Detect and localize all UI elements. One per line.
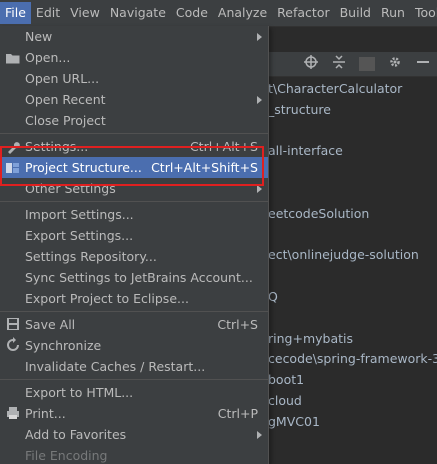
- menu-file[interactable]: File: [0, 2, 31, 24]
- menu-separator: [0, 379, 268, 380]
- tree-item[interactable]: ect\onlinejudge-solution: [268, 244, 437, 265]
- menu-item-label: Sync Settings to JetBrains Account...: [25, 270, 253, 285]
- menu-item-label: Other Settings: [25, 181, 116, 196]
- folder-icon: [5, 47, 21, 68]
- hide-icon[interactable]: [415, 55, 431, 73]
- submenu-arrow-icon: [257, 431, 262, 439]
- menu-item-other-settings[interactable]: Other Settings: [0, 178, 268, 199]
- shortcut-label: Ctrl+P: [217, 406, 258, 421]
- tree-item[interactable]: [268, 120, 437, 141]
- gear-icon[interactable]: [387, 55, 403, 73]
- menu-item-project-structure[interactable]: Project Structure... Ctrl+Alt+Shift+S: [0, 157, 268, 178]
- menu-separator: [0, 201, 268, 202]
- submenu-arrow-icon: [257, 33, 262, 41]
- menu-item-import-settings[interactable]: Import Settings...: [0, 204, 268, 225]
- menu-bar: File Edit View Navigate Code Analyze Ref…: [0, 0, 437, 27]
- menu-item-open[interactable]: Open...: [0, 47, 268, 68]
- toolbar-divider: [359, 57, 375, 71]
- menu-item-sync-settings[interactable]: Sync Settings to JetBrains Account...: [0, 267, 268, 288]
- shortcut-label: Ctrl+S: [217, 317, 258, 332]
- tree-item[interactable]: _structure: [268, 99, 437, 120]
- shortcut-label: Ctrl+Alt+S: [189, 139, 258, 154]
- tree-item[interactable]: cecode\spring-framework-3.: [268, 348, 437, 369]
- menu-code[interactable]: Code: [171, 2, 213, 24]
- menu-item-label: Import Settings...: [25, 207, 134, 222]
- tree-item[interactable]: eetcodeSolution: [268, 203, 437, 224]
- menu-item-export-html[interactable]: Export to HTML...: [0, 382, 268, 403]
- menu-item-label: Settings Repository...: [25, 249, 157, 264]
- project-structure-icon: [5, 157, 21, 178]
- tree-item[interactable]: t\CharacterCalculator: [268, 78, 437, 99]
- menu-item-open-recent[interactable]: Open Recent: [0, 89, 268, 110]
- menu-item-label: Open Recent: [25, 92, 106, 107]
- submenu-arrow-icon: [257, 185, 262, 193]
- menu-separator: [0, 133, 268, 134]
- menu-view[interactable]: View: [65, 2, 105, 24]
- tree-item[interactable]: boot1: [268, 369, 437, 390]
- save-icon: [5, 314, 21, 335]
- menu-navigate[interactable]: Navigate: [105, 2, 171, 24]
- printer-icon: [5, 403, 21, 424]
- project-panel-tools: [303, 55, 431, 73]
- menu-item-settings-repository[interactable]: Settings Repository...: [0, 246, 268, 267]
- menu-run[interactable]: Run: [376, 2, 410, 24]
- shortcut-label: Ctrl+Alt+Shift+S: [151, 160, 258, 175]
- menu-item-label: Invalidate Caches / Restart...: [25, 359, 206, 374]
- menu-item-label: Open URL...: [25, 71, 100, 86]
- tree-item[interactable]: all-interface: [268, 140, 437, 161]
- menu-analyze[interactable]: Analyze: [213, 2, 272, 24]
- menu-item-label: Print...: [25, 406, 66, 421]
- sync-icon: [5, 335, 21, 356]
- menu-edit[interactable]: Edit: [31, 2, 65, 24]
- menu-item-synchronize[interactable]: Synchronize: [0, 335, 268, 356]
- menu-item-label: Open...: [25, 50, 71, 65]
- tree-item[interactable]: Q: [268, 286, 437, 307]
- menu-tools[interactable]: Tool: [410, 2, 437, 24]
- menu-build[interactable]: Build: [335, 2, 376, 24]
- menu-item-label: Close Project: [25, 113, 106, 128]
- menu-item-label: File Encoding: [25, 448, 108, 463]
- menu-item-label: Save All: [25, 317, 76, 332]
- menu-item-invalidate-caches[interactable]: Invalidate Caches / Restart...: [0, 356, 268, 377]
- locate-icon[interactable]: [303, 55, 319, 73]
- menu-item-save-all[interactable]: Save All Ctrl+S: [0, 314, 268, 335]
- menu-item-export-eclipse[interactable]: Export Project to Eclipse...: [0, 288, 268, 309]
- tree-item[interactable]: cloud: [268, 390, 437, 411]
- wrench-icon: [5, 136, 21, 157]
- tree-item[interactable]: [268, 307, 437, 328]
- menu-item-label: Project Structure...: [25, 160, 142, 175]
- menu-item-open-url[interactable]: Open URL...: [0, 68, 268, 89]
- menu-item-label: Export Project to Eclipse...: [25, 291, 189, 306]
- collapse-all-icon[interactable]: [331, 55, 347, 73]
- tree-item[interactable]: [268, 161, 437, 182]
- menu-item-label: Export Settings...: [25, 228, 134, 243]
- menu-item-close-project[interactable]: Close Project: [0, 110, 268, 131]
- project-tree: t\CharacterCalculator _structure all-int…: [268, 78, 437, 432]
- menu-item-file-encoding: File Encoding: [0, 445, 268, 464]
- menu-item-print[interactable]: Print... Ctrl+P: [0, 403, 268, 424]
- tree-item[interactable]: [268, 265, 437, 286]
- menu-item-label: New: [25, 29, 53, 44]
- menu-item-new[interactable]: New: [0, 26, 268, 47]
- menu-item-export-settings[interactable]: Export Settings...: [0, 225, 268, 246]
- menu-item-label: Export to HTML...: [25, 385, 134, 400]
- submenu-arrow-icon: [257, 96, 262, 104]
- tree-item[interactable]: ring+mybatis: [268, 328, 437, 349]
- menu-item-label: Settings...: [25, 139, 89, 154]
- menu-item-settings[interactable]: Settings... Ctrl+Alt+S: [0, 136, 268, 157]
- tree-item[interactable]: gMVC01: [268, 411, 437, 432]
- menu-item-label: Add to Favorites: [25, 427, 127, 442]
- menu-item-label: Synchronize: [25, 338, 102, 353]
- menu-separator: [0, 311, 268, 312]
- tree-item[interactable]: [268, 224, 437, 245]
- tree-item[interactable]: [268, 182, 437, 203]
- file-menu-dropdown: New Open... Open URL... Open Recent Clos…: [0, 26, 269, 464]
- menu-item-add-favorites[interactable]: Add to Favorites: [0, 424, 268, 445]
- menu-refactor[interactable]: Refactor: [272, 2, 334, 24]
